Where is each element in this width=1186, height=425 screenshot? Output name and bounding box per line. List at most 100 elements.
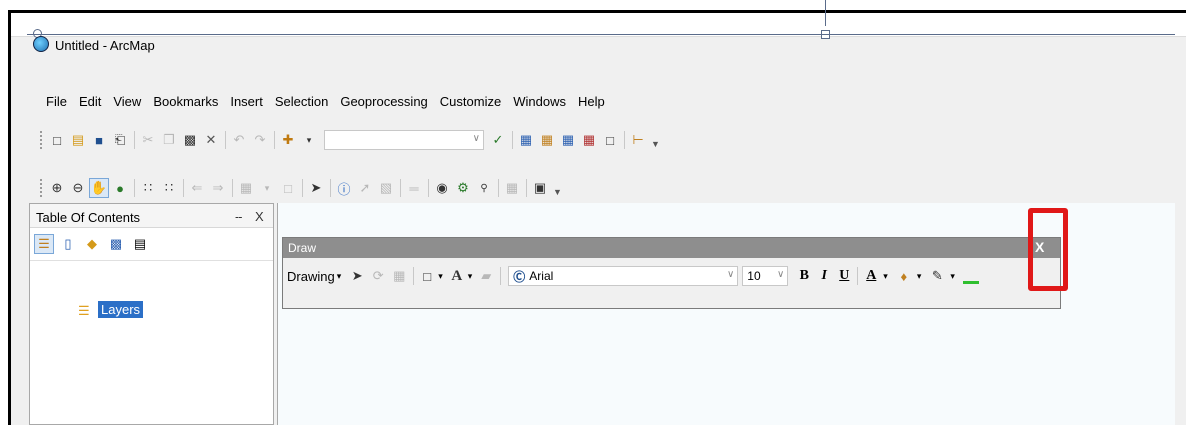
select-elements-icon[interactable]: ➤ — [347, 266, 367, 286]
fixed-zoom-in-icon[interactable]: ∷ — [138, 178, 158, 198]
menu-geoprocessing[interactable]: Geoprocessing — [334, 94, 433, 114]
bold-button[interactable]: B — [794, 268, 814, 284]
toolbar-separator — [526, 179, 527, 197]
toolbar-grip[interactable] — [40, 131, 43, 149]
identify-icon[interactable]: ⓘ — [334, 178, 354, 198]
new-document-icon[interactable]: □ — [47, 130, 67, 150]
measure-icon[interactable]: ═ — [404, 178, 424, 198]
menu-insert[interactable]: Insert — [224, 94, 269, 114]
catalog-icon[interactable]: ▦ — [537, 130, 557, 150]
line-color-icon[interactable]: ✎ — [927, 266, 947, 286]
options-icon[interactable]: ▤ — [130, 234, 150, 254]
table-of-contents-panel: Table Of Contents ⵧ X ☰ ▯ ◆ ▩ ▤ ☰ Layers — [29, 203, 274, 425]
select-elements-icon[interactable]: ➤ — [306, 178, 326, 198]
list-by-source-icon[interactable]: ▯ — [58, 234, 78, 254]
print-icon[interactable]: ⎗ — [110, 130, 130, 150]
marker-color-icon[interactable] — [961, 266, 981, 286]
rotate-icon[interactable]: ⟳ — [368, 266, 388, 286]
menu-edit[interactable]: Edit — [73, 94, 107, 114]
go-back-icon[interactable]: ⇐ — [187, 178, 207, 198]
select-dropdown-icon[interactable]: ▾ — [257, 178, 277, 198]
edit-vertices-icon[interactable]: ▰ — [476, 266, 496, 286]
menu-customize[interactable]: Customize — [434, 94, 507, 114]
rectangle-icon[interactable]: □ — [417, 266, 437, 286]
fill-color-dropdown-icon[interactable]: ▾ — [917, 271, 922, 282]
menu-bookmarks[interactable]: Bookmarks — [147, 94, 224, 114]
toc-header: Table Of Contents ⵧ X — [30, 204, 273, 228]
font-size-combo[interactable]: 10 ∨ — [742, 266, 789, 286]
open-folder-icon[interactable]: ▤ — [68, 130, 88, 150]
copy-icon[interactable]: ❐ — [159, 130, 179, 150]
fill-color-icon[interactable]: ♦ — [894, 266, 914, 286]
rectangle-dropdown-icon[interactable]: ▾ — [438, 271, 443, 282]
toolbar-separator — [232, 179, 233, 197]
list-by-selection-icon[interactable]: ▩ — [106, 234, 126, 254]
draw-title-bar[interactable]: Draw X — [283, 238, 1060, 258]
undo-icon[interactable]: ↶ — [229, 130, 249, 150]
text-dropdown-icon[interactable]: ▾ — [468, 271, 473, 282]
tools-toolbar: ⊕ ⊖ ✋ ● ∷ ∷ ⇐ ⇒ ▦ ▾ □ ➤ ⓘ ➚ ▧ ═ ◉ ⚙ ⚲ ▦ … — [40, 176, 562, 200]
layers-item[interactable]: Layers — [98, 301, 144, 318]
line-color-dropdown-icon[interactable]: ▾ — [950, 271, 955, 282]
arctoolbox-icon[interactable]: ▦ — [579, 130, 599, 150]
font-color-button[interactable]: A — [861, 268, 881, 284]
select-features-icon[interactable]: ▦ — [236, 178, 256, 198]
menu-selection[interactable]: Selection — [269, 94, 334, 114]
toolbar-separator — [498, 179, 499, 197]
go-forward-icon[interactable]: ⇒ — [208, 178, 228, 198]
clear-selection-icon[interactable]: □ — [278, 178, 298, 198]
map-scale-combo[interactable]: ∨ — [324, 130, 484, 150]
menu-windows[interactable]: Windows — [507, 94, 572, 114]
italic-button[interactable]: I — [814, 268, 834, 284]
zoom-out-icon[interactable]: ⊖ — [68, 178, 88, 198]
go-to-xy-icon[interactable]: ⚲ — [474, 178, 494, 198]
list-by-drawing-order-icon[interactable]: ☰ — [34, 234, 54, 254]
add-data-icon[interactable]: ✚ — [278, 130, 298, 150]
html-popup-icon[interactable]: ▧ — [376, 178, 396, 198]
add-data-dropdown-icon[interactable]: ▾ — [299, 130, 319, 150]
redo-icon[interactable]: ↷ — [250, 130, 270, 150]
font-type-icon: Ⓒ — [513, 269, 526, 284]
toolbar-separator — [413, 267, 415, 285]
table-of-contents-icon[interactable]: ▦ — [516, 130, 536, 150]
pan-icon[interactable]: ✋ — [89, 178, 109, 198]
delete-icon[interactable]: ✕ — [201, 130, 221, 150]
find-route-icon[interactable]: ⚙ — [453, 178, 473, 198]
search-window-icon[interactable]: ▦ — [558, 130, 578, 150]
cut-icon[interactable]: ✂ — [138, 130, 158, 150]
zoom-to-selected-icon[interactable]: ▦ — [389, 266, 409, 286]
menu-file[interactable]: File — [40, 94, 73, 114]
paste-icon[interactable]: ▩ — [180, 130, 200, 150]
text-tool-icon[interactable]: A — [447, 266, 467, 286]
list-by-visibility-icon[interactable]: ◆ — [82, 234, 102, 254]
font-color-dropdown-icon[interactable]: ▾ — [883, 271, 888, 282]
toolbar-overflow-icon[interactable]: ▼ — [553, 179, 562, 197]
font-name-combo[interactable]: Ⓒ Arial ∨ — [508, 266, 739, 286]
toolbar-separator — [302, 179, 303, 197]
toolbar-separator — [134, 131, 135, 149]
toolbar-separator — [428, 179, 429, 197]
full-extent-icon[interactable]: ● — [110, 178, 130, 198]
zoom-in-icon[interactable]: ⊕ — [47, 178, 67, 198]
fixed-zoom-out-icon[interactable]: ∷ — [159, 178, 179, 198]
python-window-icon[interactable]: □ — [600, 130, 620, 150]
toc-title: Table Of Contents — [36, 210, 141, 225]
drawing-dropdown-icon[interactable]: ▾ — [337, 271, 342, 282]
draw-toolbar-window: Draw X Drawing ▾ ➤ ⟳ ▦ □ ▾ A ▾ ▰ Ⓒ Arial… — [282, 237, 1061, 309]
save-icon[interactable]: ■ — [89, 130, 109, 150]
chevron-down-icon: ∨ — [472, 133, 480, 144]
find-icon[interactable]: ◉ — [432, 178, 452, 198]
underline-button[interactable]: U — [834, 268, 854, 284]
menu-view[interactable]: View — [107, 94, 147, 114]
pin-icon[interactable]: ⵧ — [235, 210, 242, 225]
drawing-menu[interactable]: Drawing — [287, 269, 335, 284]
menu-help[interactable]: Help — [572, 94, 611, 114]
editor-toolbar-icon[interactable]: ✓ — [488, 130, 508, 150]
toolbar-grip[interactable] — [40, 179, 43, 197]
toolbar-overflow-icon[interactable]: ▼ — [651, 131, 660, 149]
modelbuilder-icon[interactable]: ⊢ — [628, 130, 648, 150]
toc-close-button[interactable]: X — [255, 209, 264, 224]
time-slider-icon[interactable]: ▦ — [502, 178, 522, 198]
create-viewer-window-icon[interactable]: ▣ — [530, 178, 550, 198]
hyperlink-icon[interactable]: ➚ — [355, 178, 375, 198]
